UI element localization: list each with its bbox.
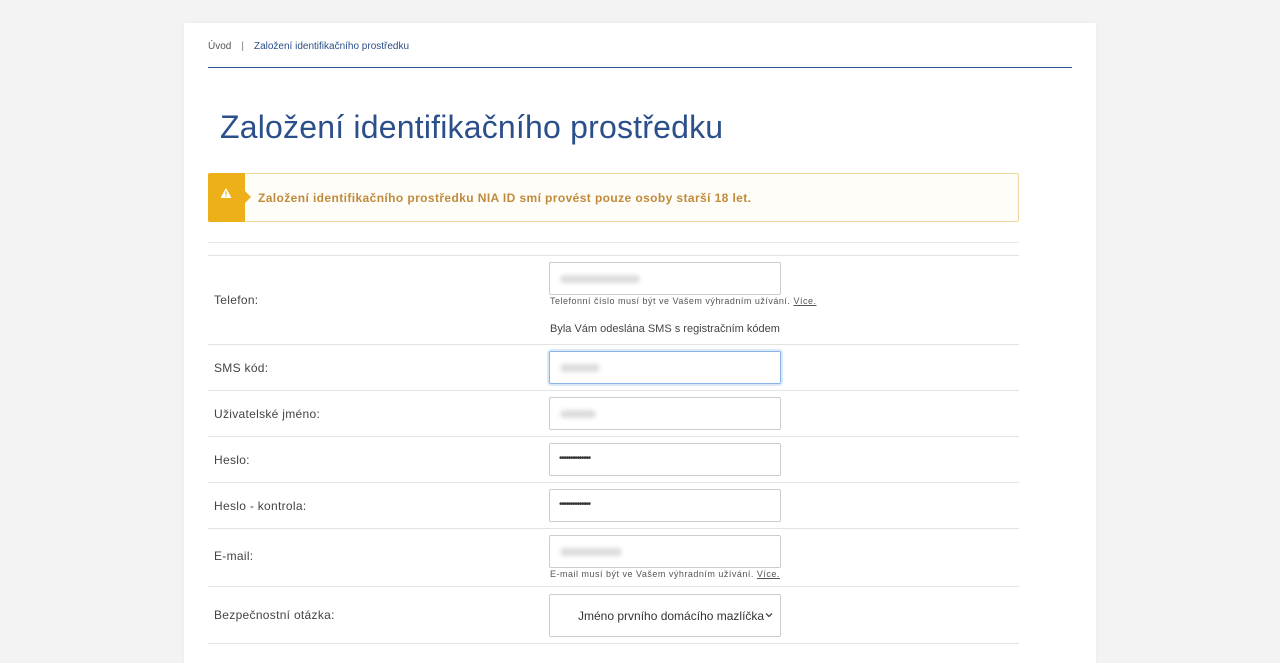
username-value-blurred: [560, 410, 596, 418]
phone-label: Telefon:: [214, 293, 259, 307]
phone-hint-text: Telefonní číslo musí být ve Vašem výhrad…: [550, 296, 791, 306]
sms-code-label: SMS kód:: [214, 361, 269, 375]
sms-code-value-blurred: [560, 364, 600, 372]
form-top-divider: [208, 242, 1019, 243]
password-value: ••••••••••••••: [559, 453, 591, 464]
password-check-row: Heslo - kontrola: ••••••••••••••: [208, 482, 1019, 528]
chevron-down-icon: [765, 613, 773, 618]
phone-row: Telefon: Telefonní číslo musí být ve Vaš…: [208, 255, 1019, 344]
password-check-input[interactable]: ••••••••••••••: [549, 489, 781, 522]
page-title: Založení identifikačního prostředku: [220, 109, 724, 145]
main-card: Úvod | Založení identifikačního prostřed…: [184, 23, 1096, 663]
warning-triangle-icon: [220, 188, 232, 198]
password-check-value: ••••••••••••••: [559, 499, 591, 510]
age-warning-alert: Založení identifikačního prostředku NIA …: [208, 173, 1019, 222]
password-label: Heslo:: [214, 453, 250, 467]
phone-input[interactable]: [549, 262, 781, 295]
password-row: Heslo: ••••••••••••••: [208, 436, 1019, 482]
breadcrumb-separator: |: [241, 41, 244, 52]
sms-code-input[interactable]: [549, 351, 781, 384]
alert-text: Založení identifikačního prostředku NIA …: [258, 191, 752, 205]
password-check-label: Heslo - kontrola:: [214, 499, 307, 513]
email-value-blurred: [560, 548, 622, 556]
username-label: Uživatelské jméno:: [214, 407, 321, 421]
breadcrumb-current: Založení identifikačního prostředku: [253, 41, 410, 52]
email-input[interactable]: [549, 535, 781, 568]
alert-icon-box: [208, 173, 251, 222]
phone-value-blurred: [560, 275, 640, 283]
breadcrumb-divider: [208, 67, 1072, 68]
email-more-link[interactable]: Více.: [757, 569, 780, 579]
breadcrumb-home-link[interactable]: Úvod: [208, 41, 231, 52]
sms-sent-note: Byla Vám odeslána SMS s registračním kód…: [550, 323, 780, 335]
security-question-label: Bezpečnostní otázka:: [214, 608, 335, 622]
phone-more-link[interactable]: Více.: [793, 296, 816, 306]
phone-hint: Telefonní číslo musí být ve Vašem výhrad…: [550, 296, 816, 306]
email-hint: E-mail musí být ve Vašem výhradním užívá…: [550, 569, 780, 579]
security-question-row: Bezpečnostní otázka: Jméno prvního domác…: [208, 586, 1019, 644]
email-hint-text: E-mail musí být ve Vašem výhradním užívá…: [550, 569, 754, 579]
password-input[interactable]: ••••••••••••••: [549, 443, 781, 476]
username-row: Uživatelské jméno:: [208, 390, 1019, 436]
breadcrumb: Úvod | Založení identifikačního prostřed…: [208, 41, 409, 52]
email-label: E-mail:: [214, 549, 254, 563]
email-row: E-mail: E-mail musí být ve Vašem výhradn…: [208, 528, 1019, 586]
username-input[interactable]: [549, 397, 781, 430]
security-question-selected: Jméno prvního domácího mazlíčka: [578, 609, 765, 623]
security-question-select[interactable]: Jméno prvního domácího mazlíčka: [549, 594, 781, 637]
registration-form: Telefon: Telefonní číslo musí být ve Vaš…: [208, 255, 1019, 644]
sms-code-row: SMS kód:: [208, 344, 1019, 390]
